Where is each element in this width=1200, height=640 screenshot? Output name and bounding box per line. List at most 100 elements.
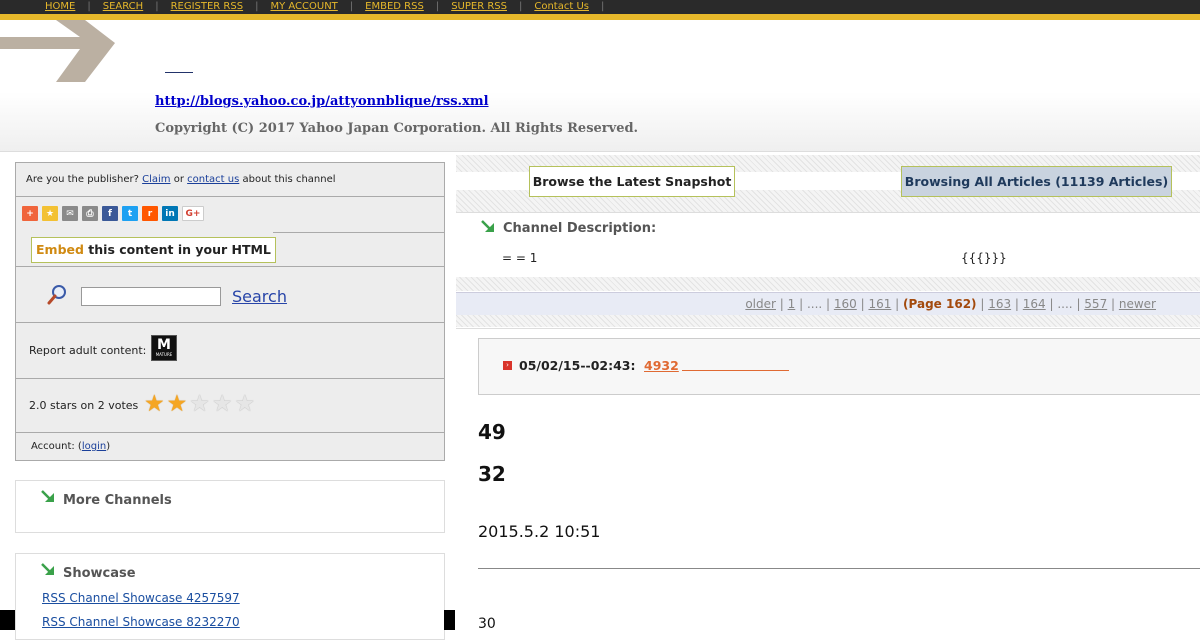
star-icon[interactable]: ★ [235,391,256,417]
facebook-icon[interactable]: f [102,206,118,221]
article-timestamp: 2015.5.2 10:51 [478,522,601,541]
green-arrow-icon [41,563,54,575]
twitter-icon[interactable]: t [122,206,138,221]
pager-page-1[interactable]: 1 [788,297,796,311]
divider [478,568,1200,569]
pager-newer[interactable]: newer [1119,297,1156,311]
nav-home[interactable]: HOME [45,0,75,14]
search-button[interactable]: Search [232,287,287,306]
nav-embed-rss[interactable]: EMBED RSS [365,0,424,14]
publisher-text: Are you the publisher? Claim or contact … [26,174,336,185]
account-suffix: ) [106,441,111,452]
latest-snapshot-button[interactable]: Browse the Latest Snapshot [529,166,735,197]
account-row: Account: (login) [16,433,444,459]
linkedin-icon[interactable]: in [162,206,178,221]
channel-description: Channel Description: = = 1 {{{}}} [456,212,1200,278]
more-channels-panel: More Channels [15,480,445,533]
star-icon[interactable]: ★ [144,391,165,417]
claim-link[interactable]: Claim [142,174,170,185]
pager-page-160[interactable]: 160 [834,297,857,311]
nav-separator: | [255,1,259,12]
pager-page-163[interactable]: 163 [988,297,1011,311]
green-arrow-icon [41,490,54,502]
arrow-logo-icon [0,20,115,82]
ad-frame-edge [0,610,15,630]
pager-current: (Page 162) [903,297,977,311]
mature-badge-icon[interactable]: M MATURE [151,335,177,361]
article-heading: 49 [478,420,506,444]
rating-stars: ★ ★ ★ ★ ★ [144,391,255,417]
nav-contact-us[interactable]: Contact Us [534,0,589,14]
nav-search[interactable]: SEARCH [103,0,143,14]
embed-rest: this content in your HTML [83,242,271,257]
mature-text: MATURE [155,352,173,357]
share-row: + ★ ✉ ⎙ f t r in G+ Embed this content in your H… [16,197,444,267]
spacer [456,277,1200,291]
magnifier-icon [47,285,66,305]
more-channels-title: More Channels [63,493,172,508]
contact-us-link[interactable]: contact us [187,174,239,185]
pagination-items: older | 1 | .... | 160 | 161 | (Page 162… [745,297,1156,311]
embed-button[interactable]: Embed this content in your HTML [31,237,276,263]
star-icon[interactable]: ★ [212,391,233,417]
channel-sidebar: Are you the publisher? Claim or contact … [15,162,445,461]
pager-page-164[interactable]: 164 [1023,297,1046,311]
google-plus-icon[interactable]: G+ [182,206,204,221]
feed-url-link[interactable]: http://blogs.yahoo.co.jp/attyonnblique/r… [155,94,489,109]
account-prefix: Account: ( [31,441,82,452]
nav-super-rss[interactable]: SUPER RSS [451,0,507,14]
ad-frame-edge [444,610,455,630]
star-icon[interactable]: ★ [167,391,188,417]
embed-word: Embed [36,242,84,257]
login-link[interactable]: login [82,441,106,452]
bullet-icon: › [503,361,512,370]
plus-icon[interactable]: + [22,206,38,221]
pager-page-557[interactable]: 557 [1084,297,1107,311]
nav-separator: | [600,1,605,12]
divider [273,232,444,233]
pager-ellipsis: .... [1057,297,1073,311]
browsing-all-articles-button[interactable]: Browsing All Articles (11139 Articles) [901,166,1172,197]
rating-label: 2.0 stars on 2 votes [29,399,139,412]
reddit-icon[interactable]: r [142,206,158,221]
showcase-link[interactable]: RSS Channel Showcase 8232270 [42,615,240,629]
article-heading: 32 [478,462,506,486]
showcase-title: Showcase [63,566,136,581]
nav-separator: | [155,1,159,12]
nav-separator: | [87,1,91,12]
article-title-underline[interactable] [682,370,789,371]
publisher-suffix: about this channel [242,174,336,185]
adult-label: Report adult content: [29,344,147,357]
showcase-link[interactable]: RSS Channel Showcase 4257597 [42,591,240,605]
publisher-or: or [173,174,184,185]
search-row: Search [16,267,444,323]
nav-separator: | [518,1,523,12]
copyright-text: Copyright (C) 2017 Yahoo Japan Corporati… [155,121,639,136]
pager-page-161[interactable]: 161 [868,297,891,311]
nav-separator: | [435,1,440,12]
publisher-row: Are you the publisher? Claim or contact … [16,163,444,197]
account-text: Account: (login) [31,441,110,452]
spacer [456,315,1200,327]
pagination: older | 1 | .... | 160 | 161 | (Page 162… [456,292,1200,316]
description-text: {{{}}} [961,251,1007,265]
channel-header: http://blogs.yahoo.co.jp/attyonnblique/r… [0,20,1200,152]
pager-ellipsis: .... [806,297,823,311]
share-icons: + ★ ✉ ⎙ f t r in G+ [22,206,204,221]
article-header: › 05/02/15--02:43: 4932 [478,338,1200,395]
nav-register-rss[interactable]: REGISTER RSS [171,0,244,14]
top-nav: HOME | SEARCH | REGISTER RSS | MY ACCOUNT | EMBE… [0,0,1200,20]
mail-icon[interactable]: ✉ [62,206,78,221]
green-arrow-icon [481,220,494,232]
nav-my-account[interactable]: MY ACCOUNT [270,0,337,14]
nav-links: HOME | SEARCH | REGISTER RSS | MY ACCOUNT | EMBE… [45,0,616,14]
channel-title-link[interactable] [165,72,193,73]
nav-separator: | [349,1,354,12]
search-input[interactable] [81,287,221,306]
article-title-link[interactable]: 4932 [644,358,679,373]
pager-older[interactable]: older [745,297,776,311]
star-icon[interactable]: ★ [42,206,58,221]
print-icon[interactable]: ⎙ [82,206,98,221]
star-icon[interactable]: ★ [189,391,210,417]
showcase-panel: Showcase RSS Channel Showcase 4257597 RS… [15,553,445,640]
